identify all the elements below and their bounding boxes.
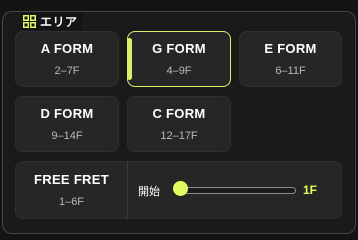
form-card-title: E FORM	[264, 41, 317, 56]
form-card-title: A FORM	[40, 41, 94, 56]
start-fret-value: 1F	[303, 183, 318, 197]
form-card-title: G FORM	[152, 41, 206, 56]
form-card-a[interactable]: A FORM 2–7F	[15, 31, 119, 87]
form-card-range: 2–7F	[54, 65, 80, 77]
section-header: エリア	[21, 12, 82, 30]
free-fret-title: FREE FRET	[34, 172, 109, 187]
form-card-d[interactable]: D FORM 9–14F	[15, 96, 119, 152]
form-card-range: 6–11F	[275, 65, 306, 77]
grid-icon	[23, 14, 36, 28]
form-card-range: 12–17F	[160, 130, 198, 142]
free-fret-range: 1–6F	[58, 196, 85, 208]
free-fret-button[interactable]: FREE FRET 1–6F	[16, 162, 127, 218]
start-fret-slider[interactable]	[173, 181, 296, 199]
form-card-c[interactable]: C FORM 12–17F	[127, 96, 231, 152]
slider-track	[178, 187, 296, 194]
slider-thumb[interactable]	[173, 181, 188, 196]
form-card-g[interactable]: G FORM 4–9F	[127, 31, 231, 87]
form-card-range: 4–9F	[166, 65, 192, 77]
form-card-e[interactable]: E FORM 6–11F	[239, 31, 342, 87]
form-card-title: C FORM	[152, 106, 206, 121]
start-label: 開始	[138, 185, 160, 198]
form-card-range: 9–14F	[51, 130, 83, 142]
section-title: エリア	[40, 14, 78, 29]
form-card-title: D FORM	[40, 106, 94, 121]
divider	[127, 162, 128, 218]
free-fret-row: FREE FRET 1–6F 開始 1F	[15, 161, 342, 219]
